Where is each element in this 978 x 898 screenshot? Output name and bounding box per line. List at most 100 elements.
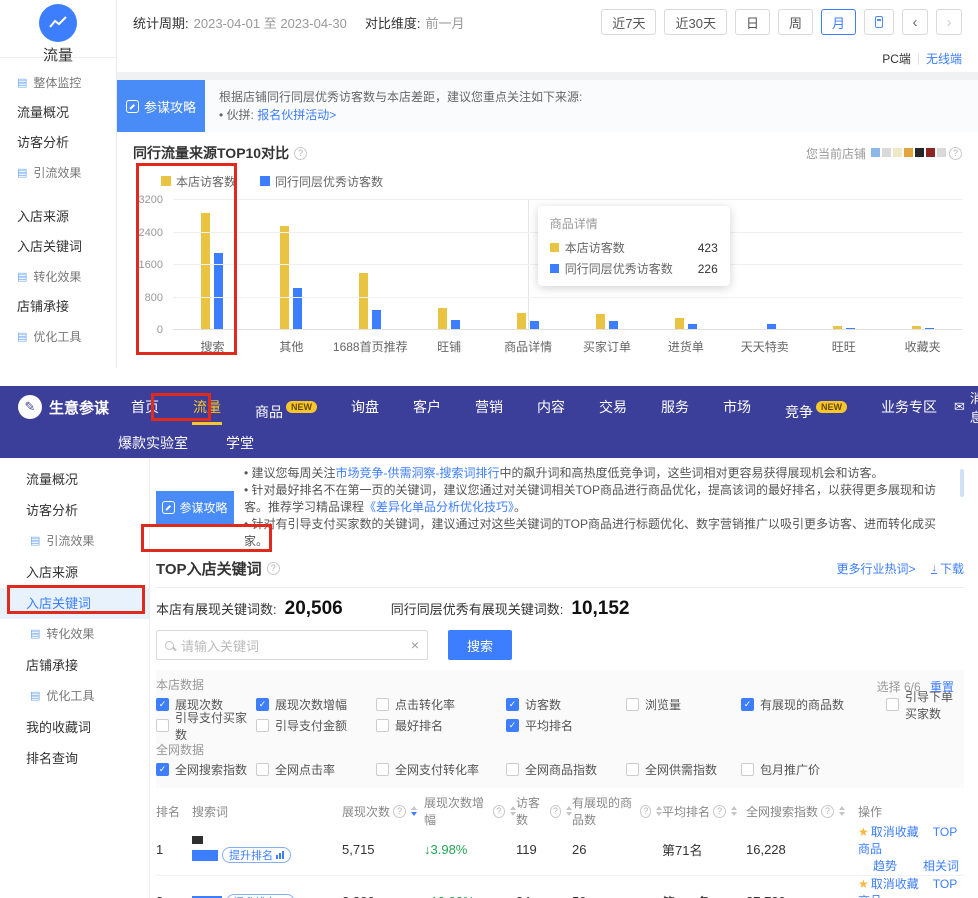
checkbox[interactable]: ✓ xyxy=(256,698,269,711)
checkbox[interactable] xyxy=(626,763,639,776)
tp-sidebar-item-转化效果[interactable]: ▤转化效果 xyxy=(0,262,116,292)
filter-checkbox-全网点击率[interactable]: 全网点击率 xyxy=(256,759,376,780)
filter-checkbox-平均排名[interactable]: ✓平均排名 xyxy=(506,715,626,736)
filter-checkbox-引导支付金额[interactable]: 引导支付金额 xyxy=(256,715,376,736)
help-icon[interactable]: ? xyxy=(493,805,505,818)
range-button-日[interactable]: 日 xyxy=(735,9,770,35)
range-button-近7天[interactable]: 近7天 xyxy=(601,9,656,35)
legend-item-同行同层优秀访客数[interactable]: 同行同层优秀访客数 xyxy=(260,173,383,190)
help-icon[interactable]: ? xyxy=(294,147,307,160)
checkbox[interactable] xyxy=(256,719,269,732)
help-icon[interactable]: ? xyxy=(640,805,651,818)
nav-item-竞争[interactable]: 竞争NEW xyxy=(768,386,864,428)
brand[interactable]: ✎ 生意参谋 xyxy=(18,395,114,419)
checkbox[interactable] xyxy=(626,698,639,711)
nav-item-流量[interactable]: 流量 xyxy=(176,386,238,428)
search-button[interactable]: 搜索 xyxy=(448,630,512,660)
filter-checkbox-全网支付转化率[interactable]: 全网支付转化率 xyxy=(376,759,506,780)
nav-item-市场[interactable]: 市场 xyxy=(706,386,768,428)
filter-checkbox-全网商品指数[interactable]: 全网商品指数 xyxy=(506,759,626,780)
filter-checkbox-引导下单买家数[interactable]: 引导下单买家数 xyxy=(886,694,954,715)
nav-item-交易[interactable]: 交易 xyxy=(582,386,644,428)
nav-item-业务专区[interactable]: 业务专区 xyxy=(864,386,954,428)
range-button-近30天[interactable]: 近30天 xyxy=(664,9,726,35)
nav-item-服务[interactable]: 服务 xyxy=(644,386,706,428)
sidebar-item-优化工具[interactable]: ▤优化工具 xyxy=(0,681,149,712)
download-button[interactable]: ↓ 下载 xyxy=(931,560,964,577)
checkbox[interactable] xyxy=(156,719,169,732)
advisor-scrollbar[interactable] xyxy=(960,469,964,497)
filter-checkbox-展现次数增幅[interactable]: ✓展现次数增幅 xyxy=(256,694,376,715)
nav-item-商品[interactable]: 商品NEW xyxy=(238,386,334,428)
sidebar-item-引流效果[interactable]: ▤引流效果 xyxy=(0,526,149,557)
filter-checkbox-全网供需指数[interactable]: 全网供需指数 xyxy=(626,759,741,780)
search-input[interactable]: 请输入关键词 × xyxy=(156,630,428,660)
sort-control[interactable] xyxy=(731,806,737,816)
tp-sidebar-item-店铺承接[interactable]: 店铺承接 xyxy=(0,292,116,322)
checkbox[interactable] xyxy=(376,763,389,776)
nav-item-营销[interactable]: 营销 xyxy=(458,386,520,428)
tp-sidebar-item-入店关键词[interactable]: 入店关键词 xyxy=(0,232,116,262)
checkbox[interactable] xyxy=(376,719,389,732)
help-icon[interactable]: ? xyxy=(949,147,962,160)
help-icon[interactable]: ? xyxy=(713,805,726,818)
checkbox[interactable]: ✓ xyxy=(741,698,754,711)
nav-item-学堂[interactable]: 学堂 xyxy=(226,433,254,453)
prev-period-button[interactable]: ‹ xyxy=(902,9,928,35)
filter-checkbox-访客数[interactable]: ✓访客数 xyxy=(506,694,626,715)
trend-link[interactable]: 趋势 xyxy=(873,859,897,873)
sidebar-item-访客分析[interactable]: 访客分析 xyxy=(0,495,149,526)
advisor-link[interactable]: 《差异化单品分析优化技巧》 xyxy=(364,500,514,514)
messages-button[interactable]: ✉ 消息 xyxy=(954,388,978,426)
nav-item-询盘[interactable]: 询盘 xyxy=(334,386,396,428)
sort-control[interactable] xyxy=(839,806,845,816)
range-button-周[interactable]: 周 xyxy=(778,9,813,35)
tp-sidebar-item-优化工具[interactable]: ▤优化工具 xyxy=(0,322,116,352)
device-pc[interactable]: PC端 xyxy=(882,50,911,67)
checkbox[interactable] xyxy=(256,763,269,776)
device-wireless-link[interactable]: 无线端 xyxy=(926,50,962,67)
filter-checkbox-点击转化率[interactable]: 点击转化率 xyxy=(376,694,506,715)
advisor-link[interactable]: 市场竞争-供需洞察-搜索词排行 xyxy=(336,466,500,480)
clear-icon[interactable]: × xyxy=(411,637,419,653)
reset-link[interactable]: 重置 xyxy=(930,680,954,694)
tp-sidebar-item-访客分析[interactable]: 访客分析 xyxy=(0,128,116,158)
range-button-月[interactable]: 月 xyxy=(821,9,856,35)
help-icon[interactable]: ? xyxy=(550,805,561,818)
checkbox[interactable] xyxy=(506,763,519,776)
boost-rank-button[interactable]: 提升排名 xyxy=(222,847,291,863)
help-icon[interactable]: ? xyxy=(821,805,834,818)
sort-control[interactable] xyxy=(411,806,417,816)
nav-item-客户[interactable]: 客户 xyxy=(396,386,458,428)
checkbox[interactable]: ✓ xyxy=(156,763,169,776)
legend-item-本店访客数[interactable]: 本店访客数 xyxy=(161,173,236,190)
filter-checkbox-有展现的商品数[interactable]: ✓有展现的商品数 xyxy=(741,694,886,715)
column-header-访客数[interactable]: 访客数? xyxy=(516,794,572,828)
tp-sidebar-item-入店来源[interactable]: 入店来源 xyxy=(0,202,116,232)
sidebar-item-排名查询[interactable]: 排名查询 xyxy=(0,743,149,774)
sidebar-item-店铺承接[interactable]: 店铺承接 xyxy=(0,650,149,681)
nav-item-内容[interactable]: 内容 xyxy=(520,386,582,428)
filter-checkbox-引导支付买家数[interactable]: 引导支付买家数 xyxy=(156,715,256,736)
unfavorite-link[interactable]: 取消收藏 xyxy=(871,877,919,891)
filter-checkbox-最好排名[interactable]: 最好排名 xyxy=(376,715,506,736)
column-header-平均排名[interactable]: 平均排名? xyxy=(662,803,746,820)
checkbox[interactable] xyxy=(886,698,899,711)
filter-checkbox-浏览量[interactable]: 浏览量 xyxy=(626,694,741,715)
related-words-link[interactable]: 相关词 xyxy=(923,859,959,873)
filter-checkbox-包月推广价[interactable]: 包月推广价 xyxy=(741,759,886,780)
nav-item-首页[interactable]: 首页 xyxy=(114,386,176,428)
tp-sidebar-item-流量概况[interactable]: 流量概况 xyxy=(0,98,116,128)
huopin-signup-link[interactable]: 报名伙拼活动> xyxy=(257,108,336,122)
more-hot-words-link[interactable]: 更多行业热词> xyxy=(836,560,915,577)
checkbox[interactable] xyxy=(376,698,389,711)
checkbox[interactable]: ✓ xyxy=(506,719,519,732)
boost-rank-button[interactable]: 提升排名 xyxy=(226,894,295,898)
tp-sidebar-item-整体监控[interactable]: ▤整体监控 xyxy=(0,68,116,98)
calendar-button[interactable] xyxy=(864,9,894,35)
checkbox[interactable]: ✓ xyxy=(506,698,519,711)
filter-checkbox-全网搜索指数[interactable]: ✓全网搜索指数 xyxy=(156,759,256,780)
sidebar-item-入店来源[interactable]: 入店来源 xyxy=(0,557,149,588)
unfavorite-link[interactable]: 取消收藏 xyxy=(871,825,919,839)
help-icon[interactable]: ? xyxy=(393,805,406,818)
